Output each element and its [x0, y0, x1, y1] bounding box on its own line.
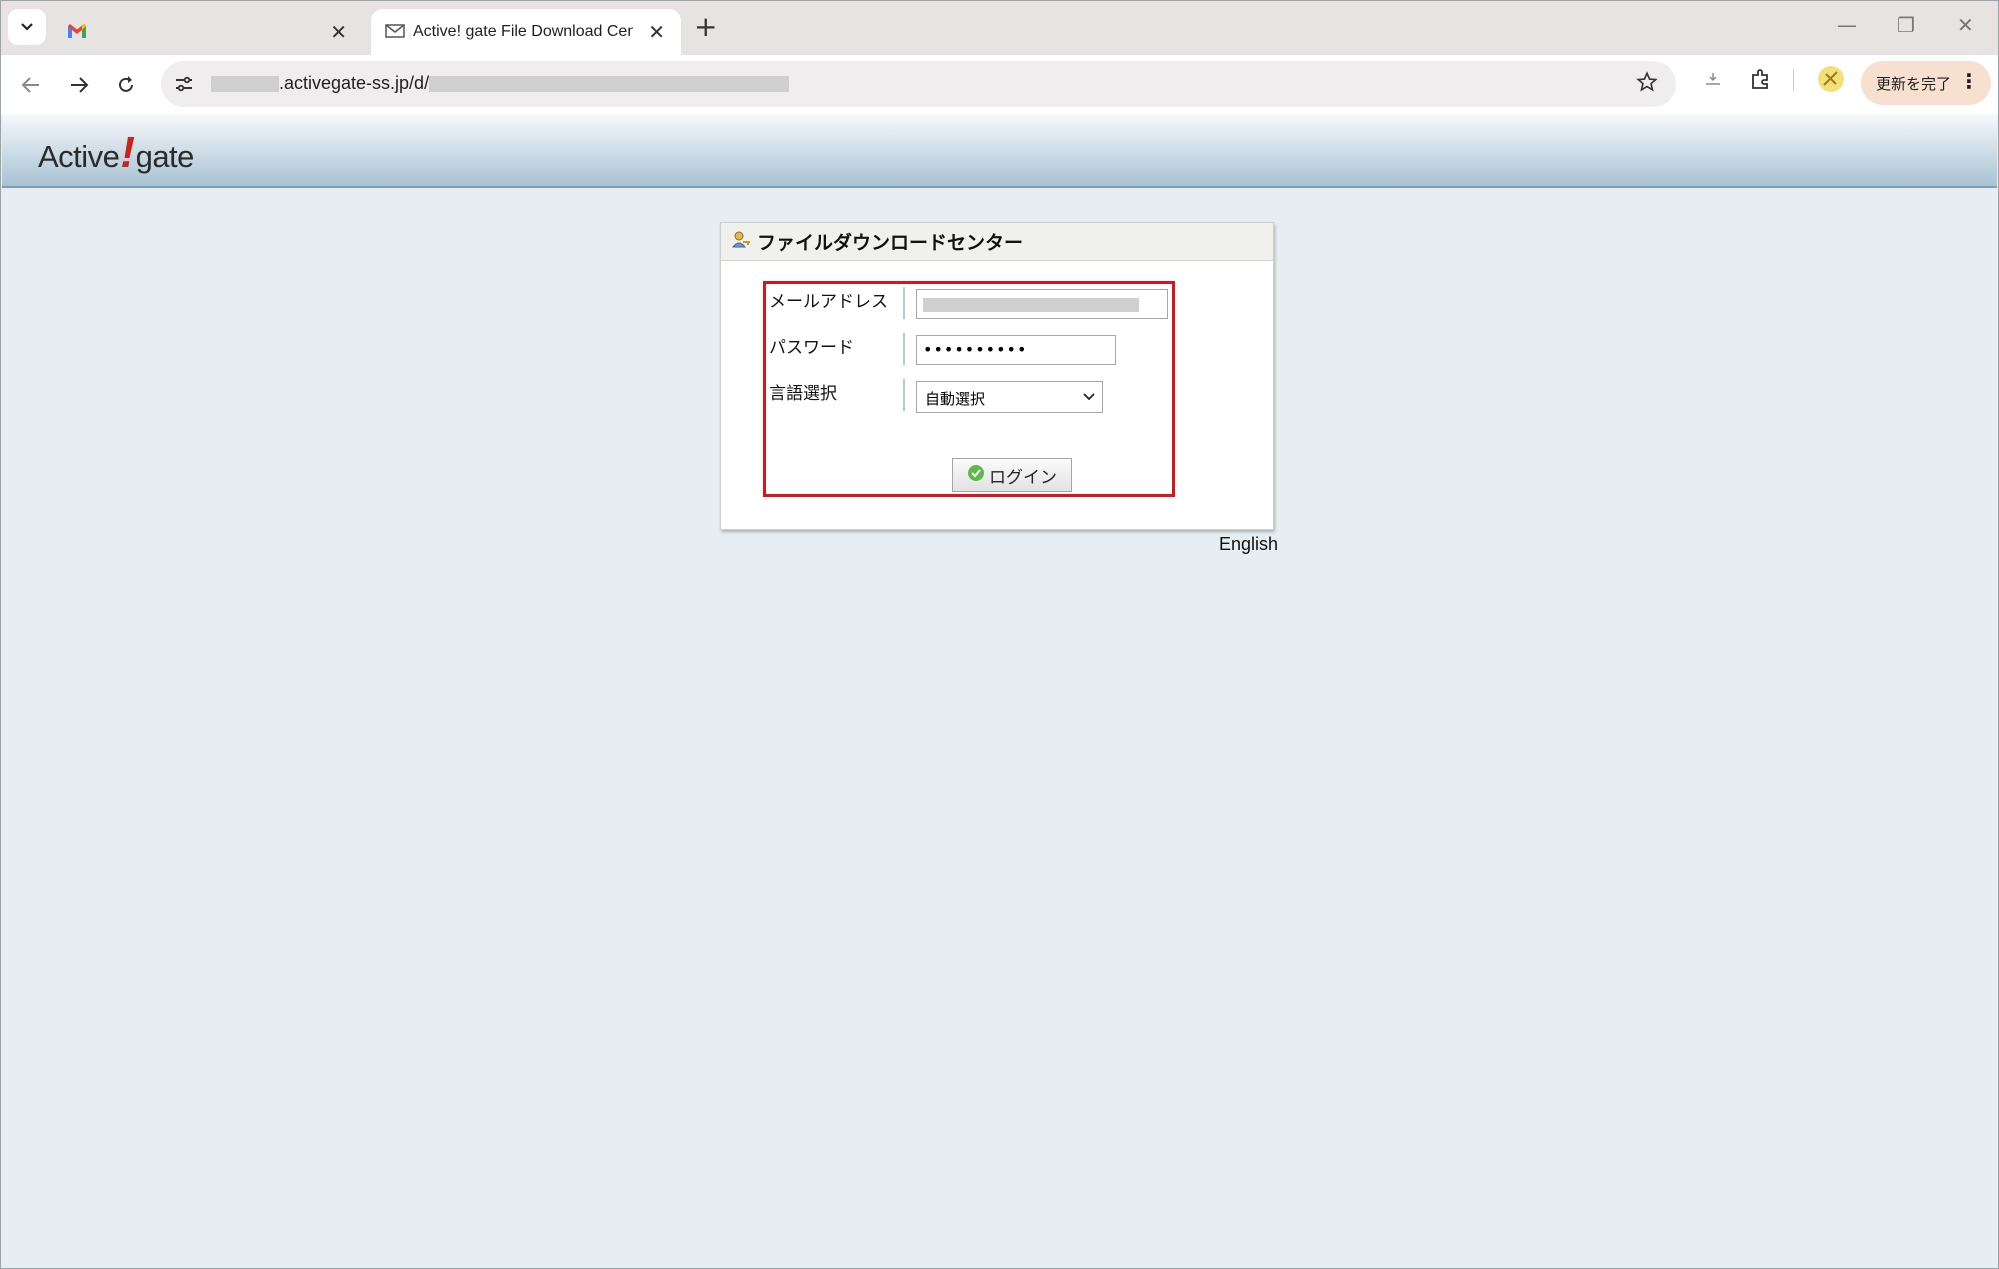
tab-gmail[interactable]: ✕	[53, 9, 363, 55]
login-button[interactable]: ログイン	[952, 458, 1072, 492]
login-label: ログイン	[989, 467, 1057, 488]
tab-title: Active! gate File Download Center	[413, 23, 633, 40]
profile-avatar[interactable]	[1817, 65, 1845, 97]
label-separator	[903, 287, 905, 319]
close-icon[interactable]: ✕	[648, 20, 665, 44]
label-separator	[903, 379, 905, 411]
tab-search-button[interactable]	[8, 9, 46, 45]
site-header: Active! gate	[2, 114, 1997, 188]
chevron-down-icon	[21, 23, 33, 31]
tab-strip: ✕ Active! gate File Download Center ✕ + …	[1, 1, 1998, 55]
gmail-icon	[67, 23, 87, 43]
redacted-subdomain	[211, 75, 279, 92]
panel-title: ファイルダウンロードセンター	[757, 232, 1024, 254]
browser-chrome: ✕ Active! gate File Download Center ✕ + …	[0, 0, 1999, 115]
extensions-icon[interactable]	[1749, 67, 1773, 95]
update-button[interactable]: 更新を完了 ⋮	[1861, 61, 1991, 105]
restore-icon[interactable]: ❐	[1897, 13, 1915, 37]
language-selected-value: 自動選択	[925, 390, 986, 408]
site-settings-icon[interactable]	[173, 73, 195, 99]
logo-text-right: gate	[135, 139, 195, 174]
user-key-icon	[731, 230, 751, 254]
login-panel: ファイルダウンロードセンター メールアドレス パスワード •••••••••• …	[720, 222, 1274, 530]
forward-icon[interactable]	[61, 67, 97, 103]
bookmark-star-icon[interactable]	[1636, 71, 1658, 97]
tab-active-gate[interactable]: Active! gate File Download Center ✕	[371, 9, 681, 55]
password-label: パスワード	[769, 338, 854, 358]
download-icon[interactable]	[1702, 67, 1724, 93]
redacted-email	[923, 298, 1139, 312]
new-tab-button[interactable]: +	[694, 11, 717, 43]
email-label: メールアドレス	[769, 292, 888, 312]
email-field[interactable]	[916, 289, 1168, 319]
password-field[interactable]: ••••••••••	[916, 335, 1116, 365]
url-domain: .activegate-ss.jp/d/	[279, 73, 430, 93]
chevron-down-icon	[1082, 389, 1096, 407]
back-icon[interactable]	[13, 67, 49, 103]
logo-exclamation: !	[120, 128, 135, 177]
label-separator	[903, 333, 905, 365]
toolbar-divider	[1793, 69, 1794, 91]
english-language-link[interactable]: English	[1219, 534, 1278, 555]
logo-text-left: Active	[38, 139, 120, 174]
toolbar: .activegate-ss.jp/d/ 更新を完了 ⋮	[1, 55, 1998, 115]
reload-icon[interactable]	[108, 67, 144, 103]
checkmark-icon	[967, 464, 985, 487]
login-form: メールアドレス パスワード •••••••••• 言語選択 自動選択 ログイン	[763, 281, 1175, 497]
window-frame	[0, 0, 1999, 1269]
close-icon[interactable]: ✕	[330, 20, 347, 44]
update-label: 更新を完了	[1876, 74, 1952, 93]
activegate-logo: Active! gate	[38, 128, 195, 177]
language-select[interactable]: 自動選択	[916, 381, 1103, 413]
redacted-path	[429, 75, 790, 92]
address-bar[interactable]: .activegate-ss.jp/d/	[161, 61, 1676, 107]
minimize-icon[interactable]: —	[1837, 13, 1857, 37]
window-close-icon[interactable]: ✕	[1957, 13, 1974, 37]
more-menu-icon[interactable]: ⋮	[1959, 69, 1979, 93]
panel-header: ファイルダウンロードセンター	[721, 223, 1273, 261]
language-label: 言語選択	[769, 384, 837, 404]
mail-icon	[385, 23, 405, 43]
url-text: .activegate-ss.jp/d/	[211, 73, 790, 94]
